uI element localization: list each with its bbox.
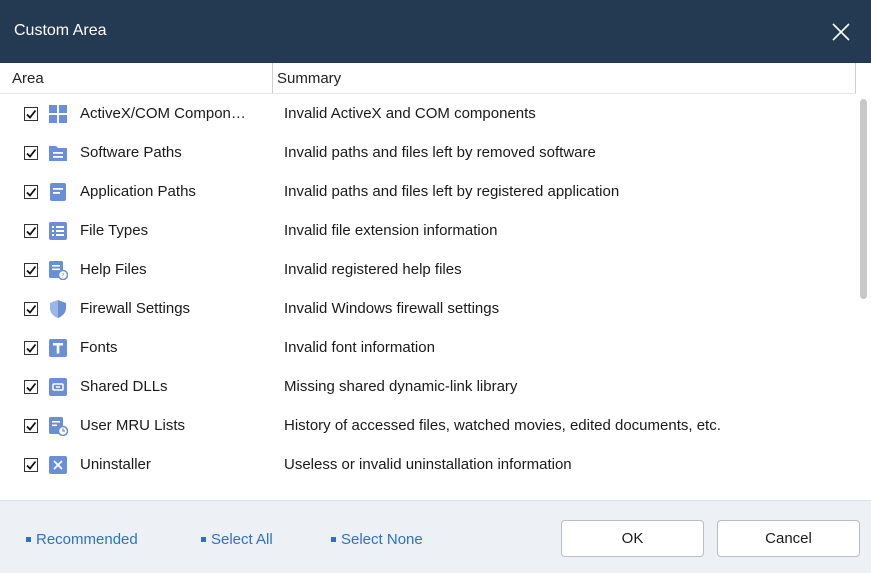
summary-text: Invalid ActiveX and COM components (284, 105, 536, 122)
summary-text: Useless or invalid uninstallation inform… (284, 456, 572, 473)
area-label: User MRU Lists (80, 417, 186, 434)
checkmark-icon (26, 382, 37, 392)
footer: Recommended Select All Select None OK Ca… (0, 500, 871, 573)
uninstall-icon (49, 456, 67, 474)
checkbox[interactable] (24, 302, 38, 316)
checkmark-icon (26, 109, 37, 119)
checkmark-icon (26, 265, 37, 275)
select-all-label: Select All (211, 531, 273, 548)
grid-icon (49, 105, 67, 123)
area-label: File Types (80, 222, 149, 239)
area-label: Fonts (80, 339, 118, 356)
column-divider-end (855, 63, 856, 93)
summary-text: Invalid file extension information (284, 222, 498, 239)
recommended-label: Recommended (36, 531, 138, 548)
checkbox[interactable] (24, 224, 38, 238)
summary-text: History of accessed files, watched movie… (284, 417, 721, 434)
recommended-link[interactable]: Recommended (26, 531, 138, 548)
select-none-label: Select None (341, 531, 423, 548)
list-item[interactable]: ? Help Files Invalid registered help fil… (0, 250, 854, 289)
select-none-link[interactable]: Select None (331, 531, 423, 548)
area-label: Help Files (80, 261, 147, 278)
area-label: Application Paths (80, 183, 196, 200)
window-title: Custom Area (14, 22, 107, 39)
checkbox[interactable] (24, 419, 38, 433)
list-item[interactable]: Uninstaller Useless or invalid uninstall… (0, 445, 854, 484)
checkbox[interactable] (24, 458, 38, 472)
font-icon (49, 339, 67, 357)
shield-icon (50, 300, 66, 318)
column-area[interactable]: Area (12, 70, 44, 87)
checkbox[interactable] (24, 341, 38, 355)
checkbox[interactable] (24, 107, 38, 121)
list-icon (49, 222, 67, 240)
summary-text: Invalid registered help files (284, 261, 462, 278)
dll-icon (49, 378, 67, 396)
column-summary[interactable]: Summary (277, 70, 341, 87)
close-icon (832, 23, 850, 41)
column-divider[interactable] (272, 63, 273, 93)
bullet-icon (201, 536, 206, 542)
list-item[interactable]: Shared DLLs Missing shared dynamic-link … (0, 367, 854, 406)
document-icon (50, 183, 66, 201)
checkmark-icon (26, 421, 37, 431)
vertical-scrollbar[interactable] (856, 93, 871, 496)
help-file-icon: ? (49, 261, 68, 280)
checkmark-icon (26, 343, 37, 353)
checkbox[interactable] (24, 146, 38, 160)
ok-button[interactable]: OK (561, 520, 704, 557)
cancel-button[interactable]: Cancel (717, 520, 860, 557)
checkbox[interactable] (24, 185, 38, 199)
area-list: ActiveX/COM Compon… Invalid ActiveX and … (0, 94, 854, 496)
bullet-icon (26, 536, 31, 542)
list-item[interactable]: Firewall Settings Invalid Windows firewa… (0, 289, 854, 328)
folder-icon (49, 146, 67, 161)
area-label: ActiveX/COM Compon… (80, 105, 246, 122)
select-all-link[interactable]: Select All (201, 531, 273, 548)
bullet-icon (331, 536, 336, 542)
list-item[interactable]: Application Paths Invalid paths and file… (0, 172, 854, 211)
history-icon (49, 417, 68, 436)
summary-text: Invalid Windows firewall settings (284, 300, 500, 317)
column-header: Area Summary (0, 63, 871, 94)
checkmark-icon (26, 187, 37, 197)
area-label: Software Paths (80, 144, 182, 161)
checkmark-icon (26, 148, 37, 158)
list-item[interactable]: Software Paths Invalid paths and files l… (0, 133, 854, 172)
list-item[interactable]: ActiveX/COM Compon… Invalid ActiveX and … (0, 94, 854, 133)
checkmark-icon (26, 304, 37, 314)
checkmark-icon (26, 460, 37, 470)
list-item-partial[interactable] (0, 484, 854, 496)
list-item[interactable]: Fonts Invalid font information (0, 328, 854, 367)
area-label: Uninstaller (80, 456, 151, 473)
summary-text: Invalid paths and files left by removed … (284, 144, 596, 161)
checkbox[interactable] (24, 380, 38, 394)
summary-text: Invalid paths and files left by register… (284, 183, 620, 200)
list-item[interactable]: File Types Invalid file extension inform… (0, 211, 854, 250)
area-label: Firewall Settings (80, 300, 191, 317)
summary-text: Invalid font information (284, 339, 435, 356)
close-button[interactable] (823, 14, 859, 50)
checkmark-icon (26, 226, 37, 236)
area-label: Shared DLLs (80, 378, 168, 395)
list-item[interactable]: User MRU Lists History of accessed files… (0, 406, 854, 445)
title-bar: Custom Area (0, 0, 871, 63)
checkbox[interactable] (24, 263, 38, 277)
summary-text: Missing shared dynamic-link library (284, 378, 518, 395)
scrollbar-thumb[interactable] (860, 99, 867, 299)
svg-text:?: ? (61, 273, 64, 280)
